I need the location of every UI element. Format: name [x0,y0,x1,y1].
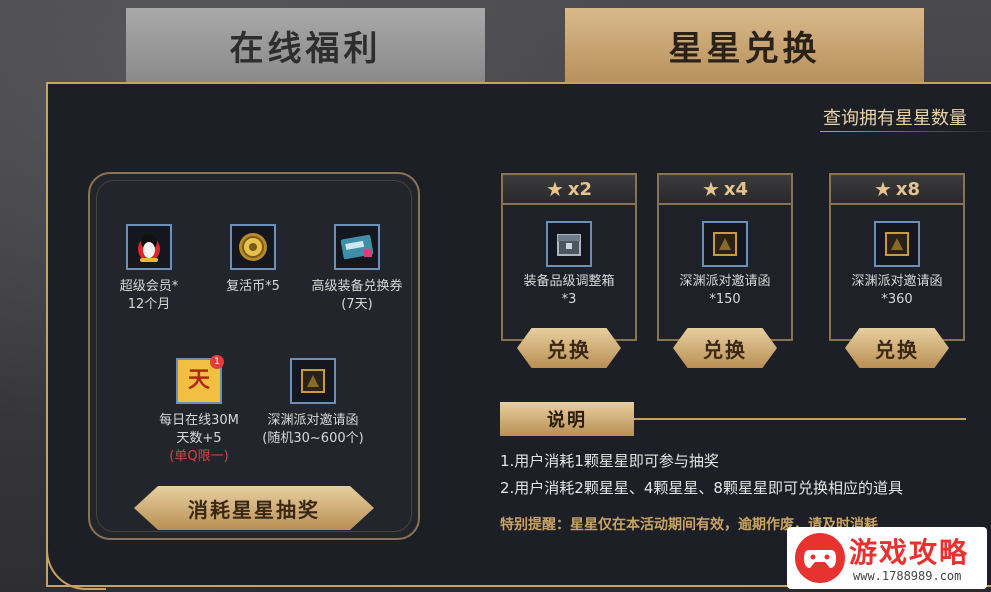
prize-daily-online: 天 1 每日在线30M 天数+5 (单Q限一) [144,355,254,466]
item-quantity: *360 [881,292,913,307]
star-cost: x2 [567,178,593,200]
exchange-button-x4[interactable]: 兑换 [673,328,777,368]
prize-revive-coin: 复活币*5 [198,224,308,296]
item-quantity: *3 [561,292,577,307]
prize-sublabel: (7天) [341,297,373,312]
qq-penguin-icon [126,224,172,270]
exchange-button-x2[interactable]: 兑换 [517,328,621,368]
prize-label: 高级装备兑换券 [311,279,403,294]
item-name: 深渊派对邀请函 [679,274,771,289]
prize-super-vip: 超级会员* 12个月 [94,224,204,314]
abyss-invitation-icon [702,221,748,267]
explanation-divider [634,418,966,420]
item-name: 装备品级调整箱 [523,274,615,289]
gamepad-logo-icon [795,533,845,583]
prize-sublabel: (随机30~600个) [262,431,364,446]
prize-equipment-ticket: 高级装备兑换券 (7天) [302,224,412,314]
explanation-line-1: 1.用户消耗1颗星星即可参与抽奖 [500,452,719,470]
notification-badge: 1 [210,355,224,369]
prize-sublabel: 12个月 [127,297,171,312]
day-bonus-icon: 天 1 [176,355,224,404]
prize-label: 深渊派对邀请函 [267,413,359,428]
tab-star-exchange[interactable]: 星星兑换 [565,8,924,82]
prize-limit-note: (单Q限一) [169,449,229,464]
draw-lottery-button[interactable]: 消耗星星抽奖 [134,486,374,530]
star-cost: x4 [723,178,749,200]
grade-box-icon [546,221,592,267]
prize-label: 复活币*5 [226,279,280,294]
prize-label: 每日在线30M [159,413,239,428]
card-cost-header: ★ x2 [503,175,635,205]
prize-label: 超级会员* [119,279,179,294]
exchange-card-x2: ★ x2 装备品级调整箱 *3 [501,173,637,341]
card-cost-header: ★ x4 [659,175,791,205]
card-cost-header: ★ x8 [831,175,963,205]
abyss-invitation-icon [290,358,336,404]
query-star-count-link[interactable]: 查询拥有星星数量 [823,104,967,130]
day-glyph: 天 [187,368,210,393]
prize-sublabel: 天数+5 [176,431,222,446]
star-icon: ★ [545,177,564,201]
star-icon: ★ [873,177,892,201]
prize-abyss-invitation: 深渊派对邀请函 (随机30~600个) [248,358,378,448]
equipment-ticket-icon [334,224,380,270]
tab-online-benefits[interactable]: 在线福利 [126,8,485,82]
watermark-url: www.1788989.com [853,569,962,583]
query-underline [820,131,991,132]
item-quantity: *150 [709,292,741,307]
star-icon: ★ [701,177,720,201]
exchange-card-x8: ★ x8 深渊派对邀请函 *360 [829,173,965,341]
watermark-title: 游戏攻略 [849,536,970,569]
explanation-title: 说明 [500,402,634,436]
star-cost: x8 [895,178,921,200]
site-watermark: 游戏攻略 www.1788989.com [787,527,987,589]
explanation-line-2: 2.用户消耗2颗星星、4颗星星、8颗星星即可兑换相应的道具 [500,479,903,497]
revive-coin-icon [230,224,276,270]
abyss-invitation-icon [874,221,920,267]
item-name: 深渊派对邀请函 [851,274,943,289]
exchange-card-x4: ★ x4 深渊派对邀请函 *150 [657,173,793,341]
exchange-button-x8[interactable]: 兑换 [845,328,949,368]
